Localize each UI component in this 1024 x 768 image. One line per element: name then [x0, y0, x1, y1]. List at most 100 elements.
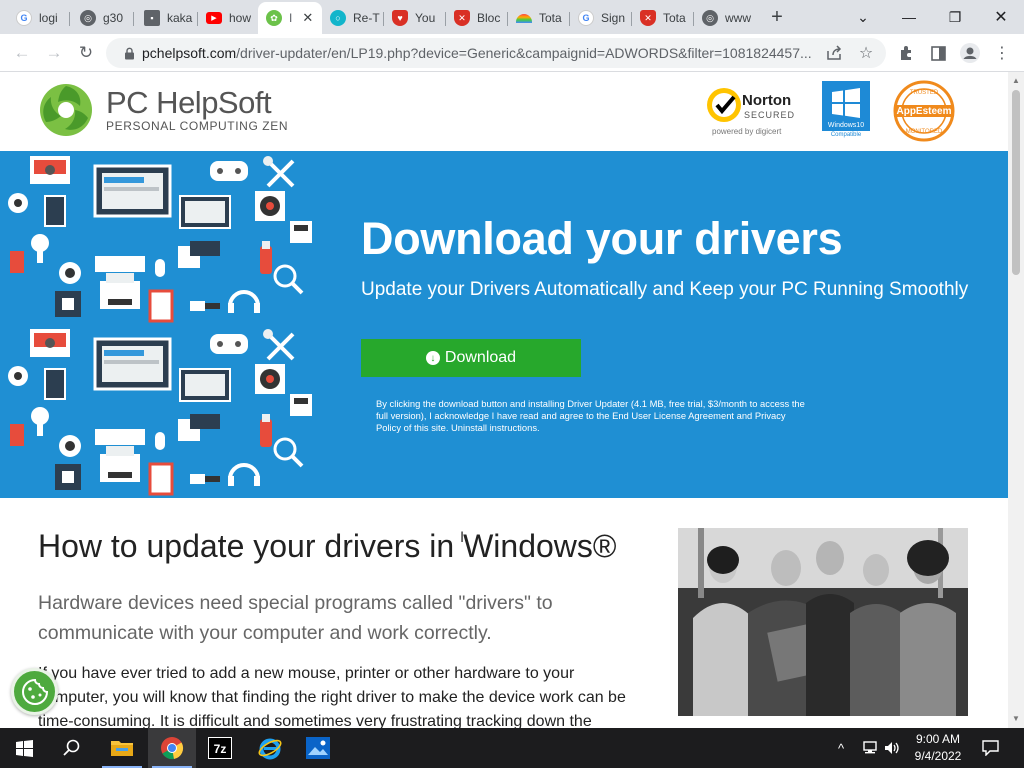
- scrollbar-thumb[interactable]: [1012, 90, 1020, 275]
- windows-taskbar: 7z ^ 9:00 AM 9/4/2022: [0, 728, 1024, 768]
- youtube-icon: ▶: [206, 12, 222, 24]
- download-button[interactable]: ↓ Download: [361, 339, 581, 377]
- tab-label: Tota: [663, 11, 686, 25]
- start-button[interactable]: [0, 728, 48, 768]
- cookie-settings-button[interactable]: [11, 668, 58, 715]
- tab-tota-2[interactable]: ✕ Tota: [632, 4, 694, 32]
- lock-icon[interactable]: [116, 47, 142, 60]
- clock-time: 9:00 AM: [915, 732, 961, 746]
- back-button[interactable]: ←: [8, 39, 36, 67]
- forward-button[interactable]: →: [40, 39, 68, 67]
- cookie-icon: [21, 678, 48, 705]
- tab-label: Re-T: [353, 11, 380, 25]
- tab-label: how: [229, 11, 252, 25]
- taskbar-chrome[interactable]: [148, 728, 196, 768]
- browser-toolbar: ← → ↻ pchelpsoft.com/driver-updater/en/L…: [0, 34, 1024, 72]
- network-icon[interactable]: [862, 728, 878, 768]
- norton-sub: SECURED: [744, 110, 795, 120]
- internet-explorer-icon: [258, 738, 282, 760]
- appesteem-badge[interactable]: TRUSTED AppEsteem MONITORED: [888, 80, 960, 142]
- tab-g30[interactable]: ◎ g30: [72, 4, 134, 32]
- windows-badge-line1: Windows10: [827, 122, 865, 129]
- tab-label: Sign: [601, 11, 626, 25]
- tab-pchelpsoft-active[interactable]: ✿ I ✕: [258, 2, 322, 34]
- tab-kaka[interactable]: ▪ kaka: [136, 4, 198, 32]
- tab-tota[interactable]: Tota: [508, 4, 570, 32]
- pchelpsoft-logo-icon: [40, 84, 92, 136]
- file-explorer-icon: [111, 741, 133, 756]
- shield-icon: ♥: [392, 10, 408, 26]
- page-scrollbar[interactable]: ▲ ▼: [1008, 72, 1024, 728]
- reload-button[interactable]: ↻: [72, 39, 100, 67]
- site-header: PC HelpSoft PERSONAL COMPUTING ZEN Norto…: [0, 72, 1008, 151]
- new-tab-button[interactable]: +: [765, 6, 789, 30]
- tab-how[interactable]: ▶ how: [198, 4, 258, 32]
- taskbar-7zip[interactable]: 7z: [196, 728, 244, 768]
- hardware-devices-illustration: [6, 156, 314, 496]
- download-icon: ↓: [425, 351, 440, 365]
- close-tab-icon[interactable]: ✕: [302, 10, 313, 26]
- norton-title: Norton: [742, 92, 791, 109]
- tab-logi[interactable]: G logi: [8, 4, 70, 32]
- system-clock[interactable]: 9:00 AM 9/4/2022: [906, 731, 970, 765]
- tab-label: You: [415, 11, 436, 25]
- url-text[interactable]: pchelpsoft.com/driver-updater/en/LP19.ph…: [142, 45, 822, 61]
- extensions-icon[interactable]: [892, 39, 920, 67]
- tab-label: logi: [39, 11, 58, 25]
- minimize-button[interactable]: —: [886, 0, 932, 34]
- scroll-down-arrow-icon[interactable]: ▼: [1012, 714, 1020, 723]
- windows10-compatible-badge[interactable]: Windows10 Compatible: [822, 81, 870, 139]
- scroll-up-arrow-icon[interactable]: ▲: [1012, 76, 1020, 85]
- rainbow-icon: [516, 13, 532, 23]
- norton-powered: powered by digicert: [712, 127, 782, 136]
- section-heading: How to update your drivers in Windows®: [38, 528, 617, 564]
- tab-label: Tota: [539, 11, 562, 25]
- tab-label: kaka: [167, 11, 193, 25]
- more-menu-icon[interactable]: ⋮: [988, 39, 1016, 67]
- address-bar[interactable]: pchelpsoft.com/driver-updater/en/LP19.ph…: [106, 38, 886, 68]
- tab-label: I: [289, 11, 293, 25]
- taskbar-file-explorer[interactable]: [98, 728, 146, 768]
- search-button[interactable]: [48, 728, 96, 768]
- chrome-ring-icon: ○: [330, 10, 346, 26]
- tab-www[interactable]: ◎ www: [694, 4, 756, 32]
- tab-search-button[interactable]: ⌄: [840, 0, 886, 34]
- action-center-icon[interactable]: [982, 728, 999, 768]
- profile-avatar-icon[interactable]: [956, 39, 984, 67]
- share-icon[interactable]: [820, 39, 848, 67]
- maximize-button[interactable]: ❐: [932, 0, 978, 34]
- taskbar-photos[interactable]: [294, 728, 342, 768]
- clock-date: 9/4/2022: [914, 749, 962, 763]
- tab-sign[interactable]: G Sign: [570, 4, 632, 32]
- search-icon: [63, 739, 80, 756]
- norton-secured-badge[interactable]: Norton SECURED powered by digicert: [704, 82, 800, 138]
- download-legal-text: By clicking the download button and inst…: [376, 398, 805, 433]
- tab-strip: G logi ◎ g30 ▪ kaka ▶ how ✿ I ✕ ○ Re-T ♥…: [0, 0, 1024, 34]
- pchelpsoft-icon: ✿: [266, 10, 282, 26]
- tab-label: Bloc: [477, 11, 501, 25]
- taskbar-internet-explorer[interactable]: [246, 728, 294, 768]
- close-window-button[interactable]: ✕: [978, 0, 1024, 34]
- appesteem-name: AppEsteem: [896, 106, 951, 117]
- svg-text:7z: 7z: [214, 742, 227, 756]
- hero-banner: Download your drivers Update your Driver…: [0, 151, 1008, 498]
- bookmark-star-icon[interactable]: ☆: [852, 39, 880, 67]
- show-hidden-icons[interactable]: ^: [838, 728, 844, 768]
- volume-icon[interactable]: [884, 728, 900, 768]
- shield-x-icon: ✕: [640, 10, 656, 26]
- google-icon: G: [578, 10, 594, 26]
- hero-subtitle: Update your Drivers Automatically and Ke…: [361, 279, 969, 300]
- site-logo[interactable]: PC HelpSoft PERSONAL COMPUTING ZEN: [38, 82, 288, 138]
- tab-bloc[interactable]: ✕ Bloc: [446, 4, 508, 32]
- windows-logo-icon: [832, 88, 860, 118]
- logo-name: PC HelpSoft: [106, 85, 272, 120]
- web-page: PC HelpSoft PERSONAL COMPUTING ZEN Norto…: [0, 72, 1008, 728]
- logo-tagline: PERSONAL COMPUTING ZEN: [106, 119, 289, 133]
- side-panel-icon[interactable]: [924, 39, 952, 67]
- globe-icon: ◎: [702, 10, 718, 26]
- windows-badge-line2: Compatible: [822, 131, 870, 139]
- google-icon: G: [16, 10, 32, 26]
- tab-you[interactable]: ♥ You: [384, 4, 446, 32]
- globe-icon: ◎: [80, 10, 96, 26]
- tab-re-t[interactable]: ○ Re-T: [322, 4, 384, 32]
